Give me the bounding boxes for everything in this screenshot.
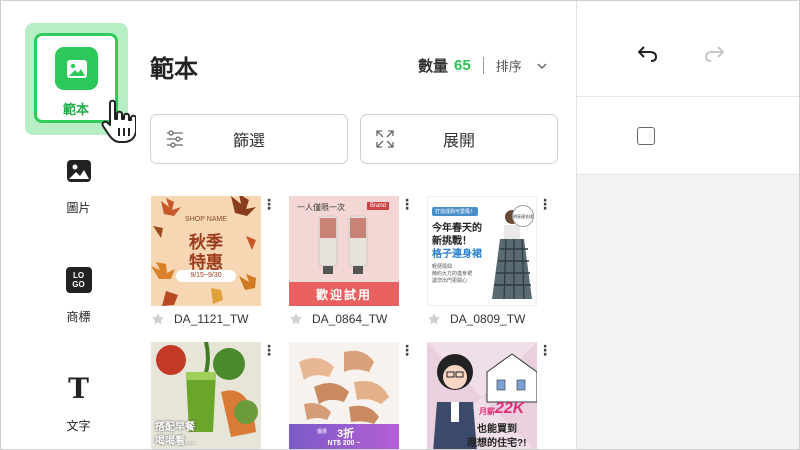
sidebar-item-label: 文字 bbox=[66, 419, 91, 433]
sidebar-item-text[interactable]: T 文字 bbox=[41, 375, 116, 434]
more-options-icon[interactable]: ⋮ bbox=[538, 197, 552, 211]
template-thumbnail[interactable]: SHOP NAME 秋季 特惠 9/15~9/30 bbox=[151, 196, 261, 306]
more-options-icon[interactable]: ⋮ bbox=[400, 197, 414, 211]
template-discount: 3折 bbox=[337, 428, 355, 440]
expand-label: 展開 bbox=[442, 133, 475, 150]
star-icon[interactable] bbox=[151, 312, 165, 326]
logo-icon-text: LO bbox=[72, 271, 85, 280]
count-sort-bar: 數量 65 排序 bbox=[418, 55, 548, 76]
template-thumbnail[interactable]: 月薪 22K 也能買到 理想的住宅?! bbox=[427, 342, 537, 449]
star-icon[interactable] bbox=[427, 312, 441, 326]
divider bbox=[482, 57, 484, 74]
star-icon[interactable] bbox=[289, 312, 303, 326]
template-thumbnail[interactable]: 打造成熟可愛風！ 今年春天的 新挑戰！ 格子連身裙 輕便隨興 簡約大方的連身裙 … bbox=[427, 196, 537, 306]
logo-icon: LO GO bbox=[65, 266, 93, 294]
template-shop-text: SHOP NAME bbox=[185, 216, 227, 223]
properties-bar bbox=[577, 97, 799, 175]
templates-panel: 範本 數量 65 排序 篩選 展開 SHOP NAME 秋季 特惠 9/15~9… bbox=[136, 1, 576, 449]
sidebar-item-label: 商標 bbox=[66, 310, 91, 324]
more-options-icon[interactable]: ⋮ bbox=[262, 343, 276, 357]
sidebar-item-photos[interactable]: 圖片 bbox=[41, 157, 116, 216]
filter-sliders-icon bbox=[167, 130, 183, 148]
template-headline: 喝喝看… bbox=[155, 436, 195, 447]
undo-icon[interactable] bbox=[637, 43, 659, 63]
sidebar-item-logos[interactable]: LO GO 商標 bbox=[41, 266, 116, 325]
expand-arrows-icon bbox=[376, 130, 394, 148]
template-name: DA_1121_TW bbox=[174, 312, 249, 326]
sidebar-item-label: 圖片 bbox=[66, 201, 91, 215]
sidebar: 範本 圖片 LO GO 商標 T 文字 bbox=[1, 1, 137, 449]
editor-toolbar bbox=[577, 1, 799, 97]
sort-button[interactable]: 排序 bbox=[496, 56, 522, 75]
text-icon: T bbox=[68, 372, 89, 405]
template-caption: DA_0809_TW bbox=[427, 312, 525, 326]
count-value: 65 bbox=[454, 57, 471, 74]
template-caption: DA_1121_TW bbox=[151, 312, 248, 326]
template-thumbnail[interactable]: 搭配早餐 喝喝看… bbox=[151, 342, 261, 449]
redo-icon[interactable] bbox=[703, 43, 725, 63]
template-cta-text: 歡迎試用 bbox=[315, 288, 372, 302]
image-icon bbox=[55, 47, 98, 90]
template-thumbnail[interactable]: 優惠 3折 NT$ 200 ~ bbox=[289, 342, 399, 449]
template-headline: 理想的住宅?! bbox=[467, 438, 527, 449]
template-thumbnail[interactable]: 一人僅限一次 Brand 歡迎試用 bbox=[289, 196, 399, 306]
chevron-down-icon[interactable] bbox=[536, 60, 548, 72]
logo-icon-text: GO bbox=[72, 280, 85, 289]
expand-button[interactable]: 展開 bbox=[360, 114, 558, 164]
template-caption: DA_0864_TW bbox=[289, 312, 387, 326]
badge-circle: 明亮連衣裙 bbox=[512, 205, 534, 227]
template-headline: 搭配早餐 bbox=[155, 422, 195, 433]
count-label: 數量 bbox=[418, 58, 449, 75]
more-options-icon[interactable]: ⋮ bbox=[262, 197, 276, 211]
editor-area bbox=[576, 1, 799, 449]
template-dates: 9/15~9/30 bbox=[176, 270, 236, 282]
filter-button[interactable]: 篩選 bbox=[150, 114, 348, 164]
template-price: NT$ 200 ~ bbox=[327, 440, 361, 447]
more-options-icon[interactable]: ⋮ bbox=[538, 343, 552, 357]
template-small-text: 優惠 bbox=[317, 429, 328, 435]
more-options-icon[interactable]: ⋮ bbox=[400, 343, 414, 357]
app-window: 範本 圖片 LO GO 商標 T 文字 範本 數量 65 排序 篩選 展開 SH… bbox=[0, 0, 800, 450]
page-title: 範本 bbox=[150, 56, 198, 83]
photo-icon bbox=[65, 157, 93, 185]
template-name: DA_0809_TW bbox=[450, 312, 526, 326]
template-headline: 也能買到 bbox=[477, 424, 517, 435]
filter-label: 篩選 bbox=[232, 133, 265, 150]
select-checkbox[interactable] bbox=[637, 127, 655, 145]
template-badge: 明亮連衣裙 bbox=[513, 214, 533, 219]
template-amount: 22K bbox=[495, 400, 525, 417]
template-headline: 月薪 bbox=[479, 407, 495, 416]
template-name: DA_0864_TW bbox=[312, 312, 388, 326]
